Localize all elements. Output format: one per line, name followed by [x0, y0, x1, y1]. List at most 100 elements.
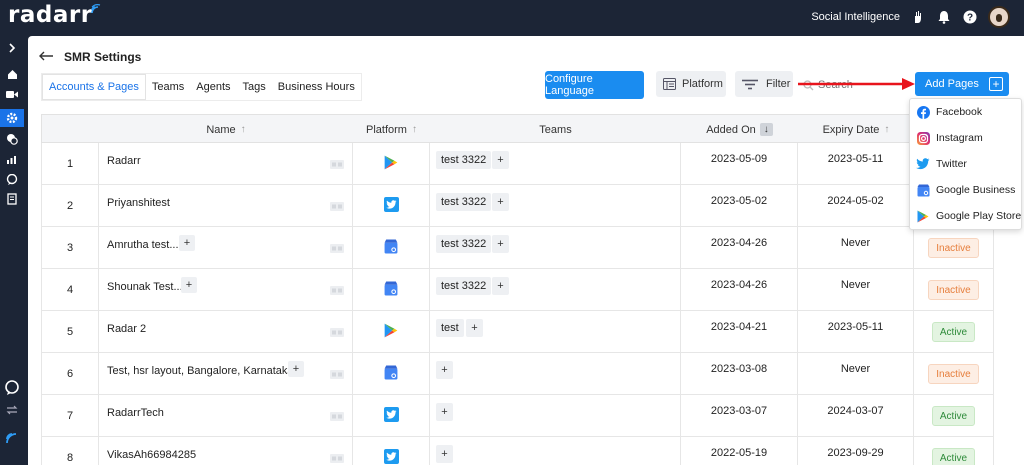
- menu-item-instagram[interactable]: Instagram: [916, 128, 983, 148]
- sort-arrow-icon[interactable]: ↑: [884, 124, 889, 135]
- table-row[interactable]: 8 VikasAh66984285 +2022-05-19 2023-09-29 Act…: [41, 437, 994, 465]
- feedback-icon[interactable]: [0, 377, 24, 399]
- tab-accounts-pages[interactable]: Accounts & Pages: [42, 74, 146, 100]
- table-row[interactable]: 5 Radar 2 test +2023-04-21 2023-05-11 Active: [41, 311, 994, 353]
- column-added-on[interactable]: Added On ↓: [681, 115, 798, 144]
- add-team-button[interactable]: +: [466, 319, 483, 337]
- table-row[interactable]: 1 Radarr test 3322 +2023-05-09 2023-05-11: [41, 143, 994, 185]
- status-badge[interactable]: Inactive: [928, 280, 979, 300]
- sort-down-icon[interactable]: ↓: [759, 123, 773, 136]
- add-team-button[interactable]: +: [436, 403, 453, 421]
- add-tag-button[interactable]: +: [181, 277, 197, 293]
- video-icon[interactable]: [0, 85, 24, 103]
- tab-teams[interactable]: Teams: [146, 74, 190, 100]
- account-name[interactable]: Radar 2: [107, 323, 146, 335]
- tab-agents[interactable]: Agents: [190, 74, 236, 100]
- table-row[interactable]: 2 Priyanshitest test 3322 +2023-05-02 2024-0…: [41, 185, 994, 227]
- tab-tags[interactable]: Tags: [237, 74, 272, 100]
- menu-item-google-play-store[interactable]: Google Play Store: [916, 206, 1021, 226]
- radarr-logo-icon[interactable]: [0, 427, 24, 449]
- expiry-date: Never: [840, 279, 871, 291]
- product-name[interactable]: Social Intelligence: [811, 11, 900, 23]
- row-number: 3: [42, 227, 99, 269]
- added-on-cell: 2023-03-07: [681, 395, 798, 437]
- team-tag[interactable]: test: [436, 319, 464, 337]
- account-name[interactable]: VikasAh66984285: [107, 449, 196, 461]
- row-number: 6: [42, 353, 99, 395]
- bell-icon[interactable]: [936, 9, 952, 25]
- added-on-cell: 2023-04-21: [681, 311, 798, 353]
- add-team-button[interactable]: +: [436, 445, 453, 463]
- team-tag[interactable]: test 3322: [436, 151, 492, 169]
- add-team-button[interactable]: +: [492, 151, 509, 169]
- instagram-icon: [916, 131, 930, 145]
- edit-icon[interactable]: [330, 286, 344, 295]
- expiry-date-cell: Never: [798, 269, 914, 311]
- table-row[interactable]: 7 RadarrTech +2023-03-07 2024-03-07 Active: [41, 395, 994, 437]
- edit-icon[interactable]: [330, 412, 344, 421]
- layers-icon[interactable]: [0, 130, 24, 148]
- added-on-cell: 2023-04-26: [681, 269, 798, 311]
- sort-arrow-icon[interactable]: ↑: [241, 124, 246, 135]
- team-tag[interactable]: test 3322: [436, 277, 492, 295]
- account-name[interactable]: Shounak Test...: [107, 281, 183, 293]
- add-tag-button[interactable]: +: [179, 235, 195, 251]
- column-name[interactable]: Name ↑: [99, 115, 353, 144]
- account-name[interactable]: Radarr: [107, 155, 141, 167]
- back-arrow-icon[interactable]: [38, 48, 54, 65]
- report-icon[interactable]: [0, 190, 24, 208]
- add-tag-button[interactable]: +: [288, 361, 304, 377]
- add-team-button[interactable]: +: [492, 235, 509, 253]
- menu-item-google-business[interactable]: Google Business: [916, 180, 1015, 200]
- column-expiry-date[interactable]: Expiry Date ↑: [798, 115, 914, 144]
- status-cell: Active: [914, 395, 994, 437]
- row-number: 7: [42, 395, 99, 437]
- configure-language-button[interactable]: Configure Language: [545, 71, 644, 99]
- avatar[interactable]: [988, 5, 1010, 28]
- twitter-icon: [916, 157, 930, 171]
- add-team-button[interactable]: +: [492, 277, 509, 295]
- account-name[interactable]: RadarrTech: [107, 407, 164, 419]
- hand-icon[interactable]: [910, 9, 926, 25]
- radarr-logo[interactable]: radarr: [8, 2, 93, 28]
- status-badge[interactable]: Inactive: [928, 238, 979, 258]
- column-platform[interactable]: Platform ↑: [353, 115, 430, 144]
- menu-item-facebook[interactable]: Facebook: [916, 102, 982, 122]
- twitter-icon: [383, 197, 399, 215]
- home-icon[interactable]: [0, 65, 24, 83]
- table-row[interactable]: 3 Amrutha test... + test 3322 +2023-04-26 Nev…: [41, 227, 994, 269]
- status-badge[interactable]: Active: [931, 322, 976, 342]
- settings-icon[interactable]: [0, 109, 24, 127]
- svg-text:?: ?: [967, 12, 973, 23]
- team-tag[interactable]: test 3322: [436, 193, 492, 211]
- edit-icon[interactable]: [330, 160, 344, 169]
- menu-item-twitter[interactable]: Twitter: [916, 154, 967, 174]
- status-badge[interactable]: Active: [931, 406, 976, 426]
- switch-icon[interactable]: [0, 401, 24, 419]
- add-team-button[interactable]: +: [436, 361, 453, 379]
- edit-icon[interactable]: [330, 328, 344, 337]
- expand-icon[interactable]: [0, 39, 24, 57]
- google-play-icon: [384, 323, 398, 341]
- status-badge[interactable]: Active: [931, 448, 976, 465]
- account-name[interactable]: Test, hsr layout, Bangalore, Karnataka..…: [107, 365, 303, 377]
- filter-button[interactable]: Filter: [735, 71, 793, 97]
- add-pages-button[interactable]: Add Pages +: [915, 72, 1009, 96]
- table-row[interactable]: 4 Shounak Test... + test 3322 +2023-04-26 Nev…: [41, 269, 994, 311]
- platform-button[interactable]: Platform: [656, 71, 726, 97]
- account-name[interactable]: Amrutha test...: [107, 239, 179, 251]
- edit-icon[interactable]: [330, 370, 344, 379]
- table-row[interactable]: 6 Test, hsr layout, Bangalore, Karnataka.…: [41, 353, 994, 395]
- add-team-button[interactable]: +: [492, 193, 509, 211]
- tab-business-hours[interactable]: Business Hours: [272, 74, 361, 100]
- edit-icon[interactable]: [330, 202, 344, 211]
- edit-icon[interactable]: [330, 454, 344, 463]
- chat-icon[interactable]: [0, 170, 24, 188]
- status-badge[interactable]: Inactive: [928, 364, 979, 384]
- help-icon[interactable]: ?: [962, 9, 978, 25]
- account-name[interactable]: Priyanshitest: [107, 197, 170, 209]
- analytics-icon[interactable]: [0, 150, 24, 168]
- edit-icon[interactable]: [330, 244, 344, 253]
- sort-arrow-icon[interactable]: ↑: [412, 124, 417, 135]
- team-tag[interactable]: test 3322: [436, 235, 492, 253]
